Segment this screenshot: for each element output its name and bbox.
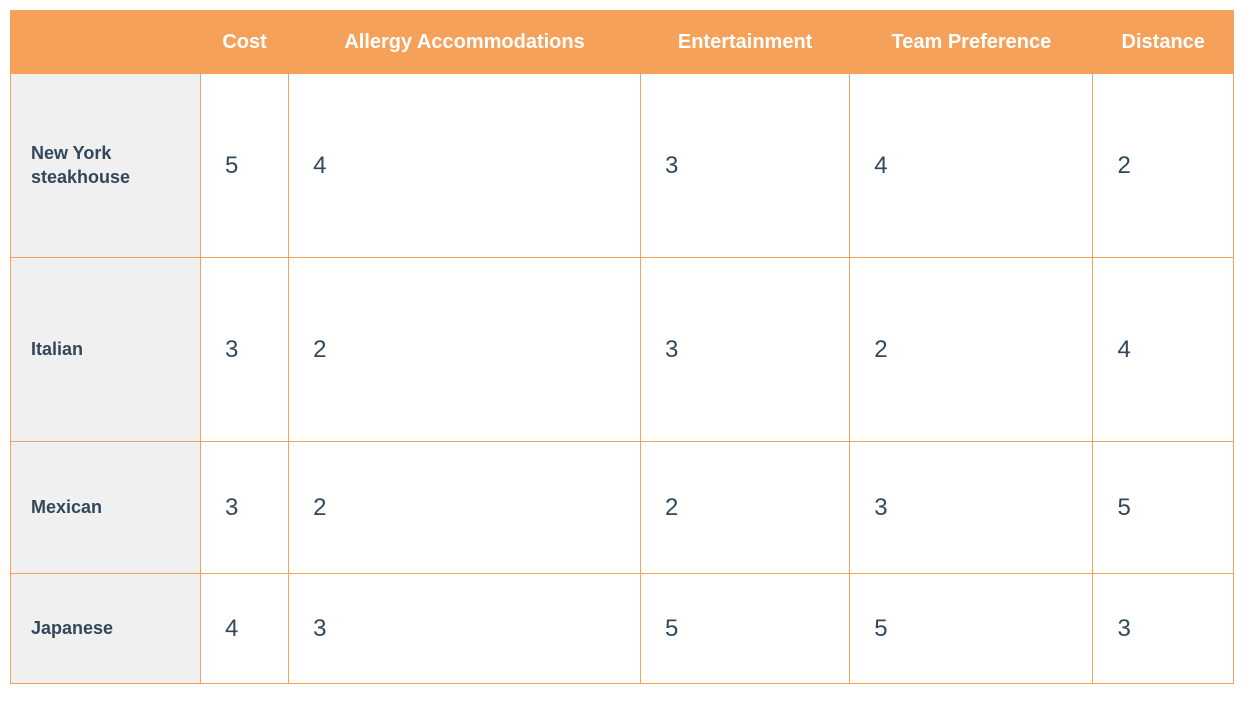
cell-value: 3 (201, 258, 289, 442)
cell-value: 5 (201, 74, 289, 258)
row-header-mexican: Mexican (11, 442, 201, 574)
table-row: Italian 3 2 3 2 4 (11, 258, 1234, 442)
table-header-row: Cost Allergy Accommodations Entertainmen… (11, 11, 1234, 74)
row-header-japanese: Japanese (11, 574, 201, 684)
table-row: Japanese 4 3 5 5 3 (11, 574, 1234, 684)
cell-value: 2 (640, 442, 849, 574)
column-header-allergy: Allergy Accommodations (289, 11, 641, 74)
cell-value: 3 (850, 442, 1093, 574)
cell-value: 2 (1093, 74, 1234, 258)
cell-value: 4 (1093, 258, 1234, 442)
row-header-new-york-steakhouse: New York steakhouse (11, 74, 201, 258)
cell-value: 3 (201, 442, 289, 574)
cell-value: 3 (1093, 574, 1234, 684)
header-corner-cell (11, 11, 201, 74)
cell-value: 4 (850, 74, 1093, 258)
column-header-team-preference: Team Preference (850, 11, 1093, 74)
row-header-italian: Italian (11, 258, 201, 442)
column-header-entertainment: Entertainment (640, 11, 849, 74)
cell-value: 3 (640, 258, 849, 442)
decision-matrix-table: Cost Allergy Accommodations Entertainmen… (10, 10, 1234, 684)
table-row: Mexican 3 2 2 3 5 (11, 442, 1234, 574)
cell-value: 2 (289, 442, 641, 574)
cell-value: 3 (640, 74, 849, 258)
cell-value: 3 (289, 574, 641, 684)
cell-value: 4 (201, 574, 289, 684)
cell-value: 2 (289, 258, 641, 442)
cell-value: 5 (1093, 442, 1234, 574)
column-header-distance: Distance (1093, 11, 1234, 74)
cell-value: 5 (850, 574, 1093, 684)
column-header-cost: Cost (201, 11, 289, 74)
cell-value: 4 (289, 74, 641, 258)
table-row: New York steakhouse 5 4 3 4 2 (11, 74, 1234, 258)
cell-value: 5 (640, 574, 849, 684)
cell-value: 2 (850, 258, 1093, 442)
